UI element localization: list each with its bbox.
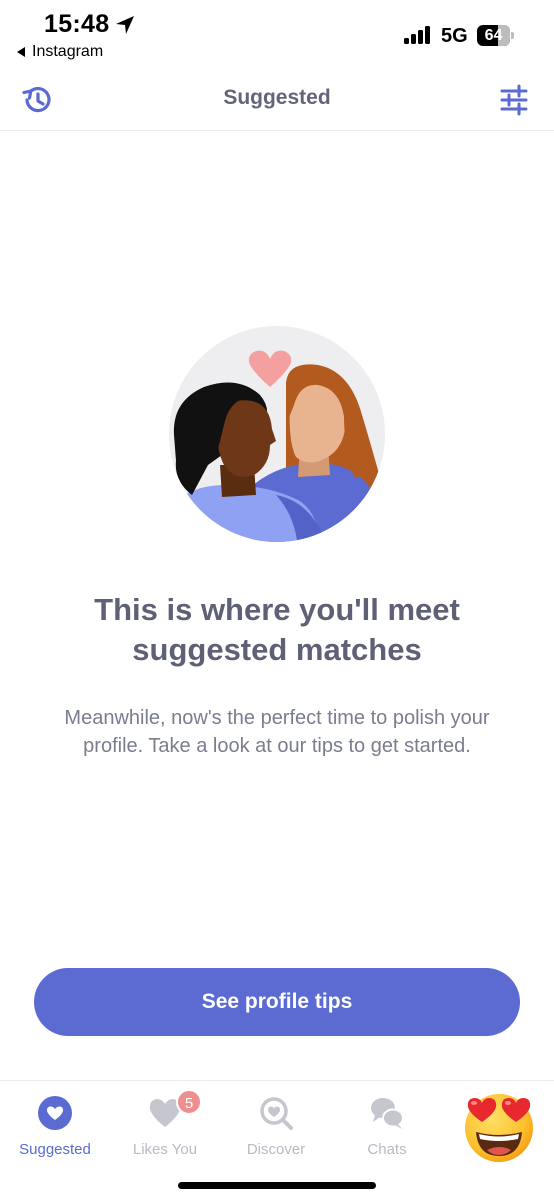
filter-sliders-icon bbox=[500, 84, 528, 116]
empty-state-body: Meanwhile, now's the perfect time to pol… bbox=[64, 707, 490, 757]
see-profile-tips-button[interactable]: See profile tips bbox=[34, 968, 520, 1036]
nav-bar: Suggested bbox=[0, 70, 554, 131]
tab-label: Suggested bbox=[19, 1141, 91, 1158]
tab-suggested[interactable]: Suggested bbox=[0, 1089, 110, 1169]
heart-eyes-emoji-icon[interactable] bbox=[460, 1088, 538, 1166]
search-heart-icon bbox=[260, 1097, 293, 1130]
battery-percentage: 64 bbox=[484, 27, 503, 44]
status-bar: 15:48 Instagram 5G 64 bbox=[0, 0, 554, 70]
tab-label: Chats bbox=[367, 1141, 407, 1158]
battery-icon: 64 bbox=[477, 25, 514, 46]
signal-strength-icon bbox=[404, 26, 432, 44]
couple-illustration bbox=[169, 326, 385, 542]
back-to-app-button[interactable]: Instagram bbox=[17, 43, 103, 61]
empty-state-headline: This is where you'll meet suggested matc… bbox=[94, 592, 460, 667]
tab-discover[interactable]: Discover bbox=[221, 1089, 331, 1169]
chat-bubbles-icon bbox=[371, 1098, 404, 1129]
tab-chats[interactable]: Chats bbox=[332, 1089, 442, 1169]
tab-label: Discover bbox=[246, 1141, 306, 1158]
likes-count-badge: 5 bbox=[176, 1089, 202, 1115]
network-label: 5G bbox=[441, 25, 468, 47]
tab-likes-you[interactable]: 5 Likes You bbox=[110, 1089, 220, 1169]
tab-label: Likes You bbox=[132, 1141, 198, 1158]
location-arrow-icon bbox=[116, 16, 134, 34]
filter-button[interactable] bbox=[494, 80, 534, 120]
back-triangle-icon bbox=[17, 47, 25, 57]
home-indicator[interactable] bbox=[178, 1182, 376, 1189]
status-time: 15:48 bbox=[44, 10, 110, 38]
back-app-label: Instagram bbox=[32, 43, 104, 60]
page-title: Suggested bbox=[223, 86, 331, 109]
heart-circle-icon bbox=[38, 1096, 72, 1130]
